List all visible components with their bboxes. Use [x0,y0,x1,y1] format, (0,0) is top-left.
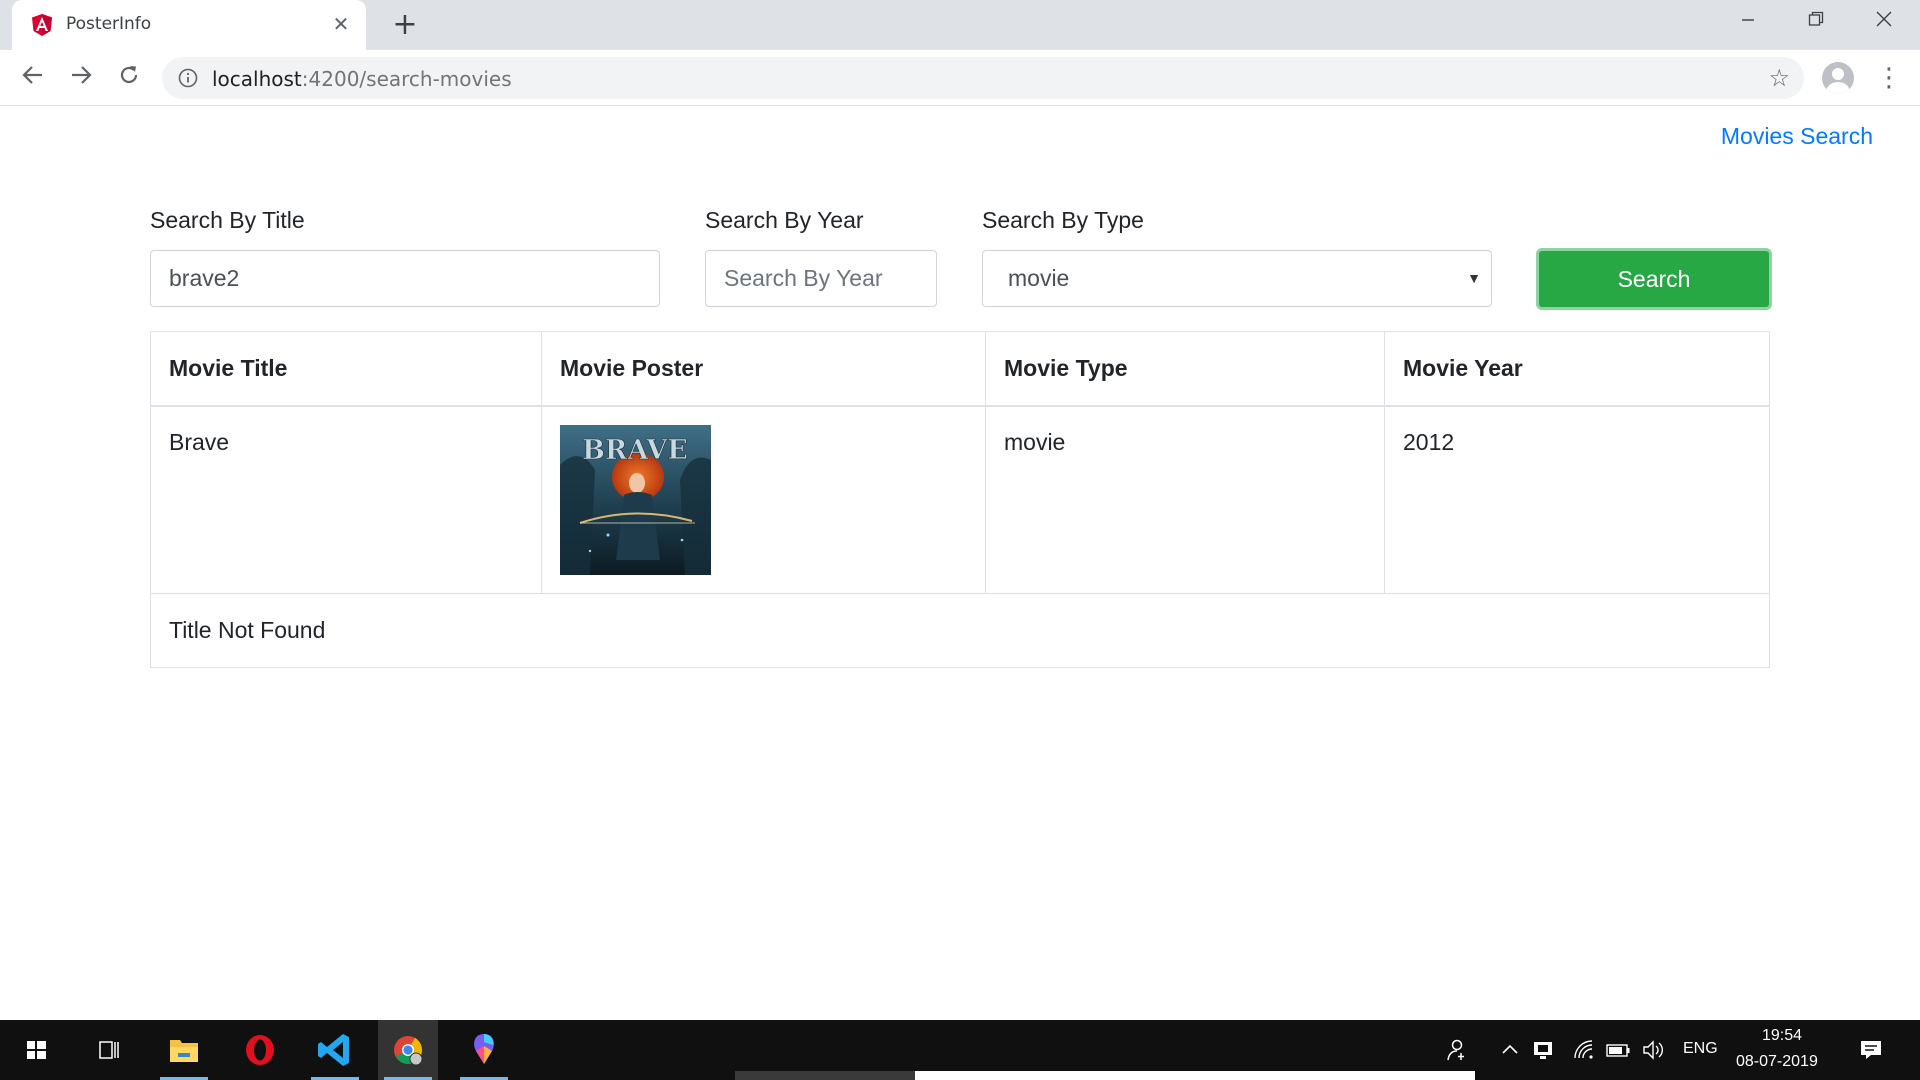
year-label: Search By Year [705,207,864,233]
search-button[interactable]: Search [1536,248,1772,310]
show-hidden-icons-icon[interactable] [1500,1038,1520,1067]
onedrive-sync-icon[interactable] [1531,1038,1555,1067]
clock-time[interactable]: 19:54 [1762,1027,1802,1045]
chrome-icon[interactable] [378,1020,438,1080]
type-select[interactable]: movie ▼ [982,250,1492,307]
results-table: Movie Title Movie Poster Movie Type Movi… [150,331,1770,668]
url-text: localhost:4200/search-movies [212,67,512,91]
battery-icon[interactable] [1605,1038,1631,1067]
address-bar[interactable]: localhost:4200/search-movies ☆ [162,57,1804,99]
table-row: Brave BRAVE movie 2012 [150,405,1770,594]
back-icon[interactable] [16,61,50,95]
header-movie-poster: Movie Poster [541,331,986,407]
volume-icon[interactable] [1641,1038,1667,1067]
reload-icon[interactable] [112,61,146,95]
restore-icon[interactable] [1782,0,1850,44]
title-input[interactable] [150,250,660,307]
new-tab-button[interactable]: + [390,10,420,40]
header-movie-year: Movie Year [1384,331,1770,407]
cell-year: 2012 [1384,405,1770,594]
vscode-icon[interactable] [305,1020,365,1080]
browser-tab-strip: PosterInfo ✕ + [0,0,1920,50]
file-explorer-icon[interactable] [154,1020,214,1080]
title-label: Search By Title [150,207,305,233]
paint-app-icon[interactable] [454,1020,514,1080]
year-input[interactable] [705,250,937,307]
browser-tab[interactable]: PosterInfo ✕ [12,0,366,50]
cell-type: movie [985,405,1385,594]
profile-avatar-icon[interactable] [1822,62,1854,94]
forward-icon[interactable] [64,61,98,95]
type-select-value: movie [1008,265,1070,291]
table-message-row: Title Not Found [150,593,1770,668]
taskbar-preview-strip-dark [735,1071,915,1080]
bookmark-star-icon[interactable]: ☆ [1768,65,1790,91]
poster-title-text: BRAVE [582,435,688,466]
language-indicator[interactable]: ENG [1683,1040,1718,1058]
opera-browser-icon[interactable] [230,1020,290,1080]
not-found-message: Title Not Found [150,593,1770,668]
menu-dots-icon[interactable]: ⋮ [1876,62,1902,94]
tab-close-icon[interactable]: ✕ [328,11,354,37]
cell-poster: BRAVE [541,405,986,594]
table-header-row: Movie Title Movie Poster Movie Type Movi… [150,331,1770,407]
movies-search-link[interactable]: Movies Search [1721,123,1873,150]
header-movie-type: Movie Type [985,331,1385,407]
browser-toolbar: localhost:4200/search-movies ☆ ⋮ [0,50,1920,106]
windows-start-icon[interactable] [6,1020,66,1080]
type-label: Search By Type [982,207,1144,233]
window-close-icon[interactable] [1850,0,1918,44]
notifications-icon[interactable] [1858,1038,1884,1067]
cell-title: Brave [150,405,542,594]
minimize-icon[interactable] [1714,0,1782,44]
angular-logo-icon [32,14,52,36]
info-icon[interactable] [178,68,198,88]
header-movie-title: Movie Title [150,331,542,407]
task-view-icon[interactable] [78,1020,138,1080]
people-icon[interactable] [1444,1038,1468,1067]
wifi-icon[interactable] [1572,1038,1596,1067]
movie-poster-image: BRAVE [560,424,711,575]
clock-date[interactable]: 08-07-2019 [1736,1053,1818,1071]
select-arrow-icon: ▼ [1467,270,1481,286]
tab-title: PosterInfo [66,14,152,34]
page-content: Movies Search Search By Title Search By … [0,107,1920,1020]
